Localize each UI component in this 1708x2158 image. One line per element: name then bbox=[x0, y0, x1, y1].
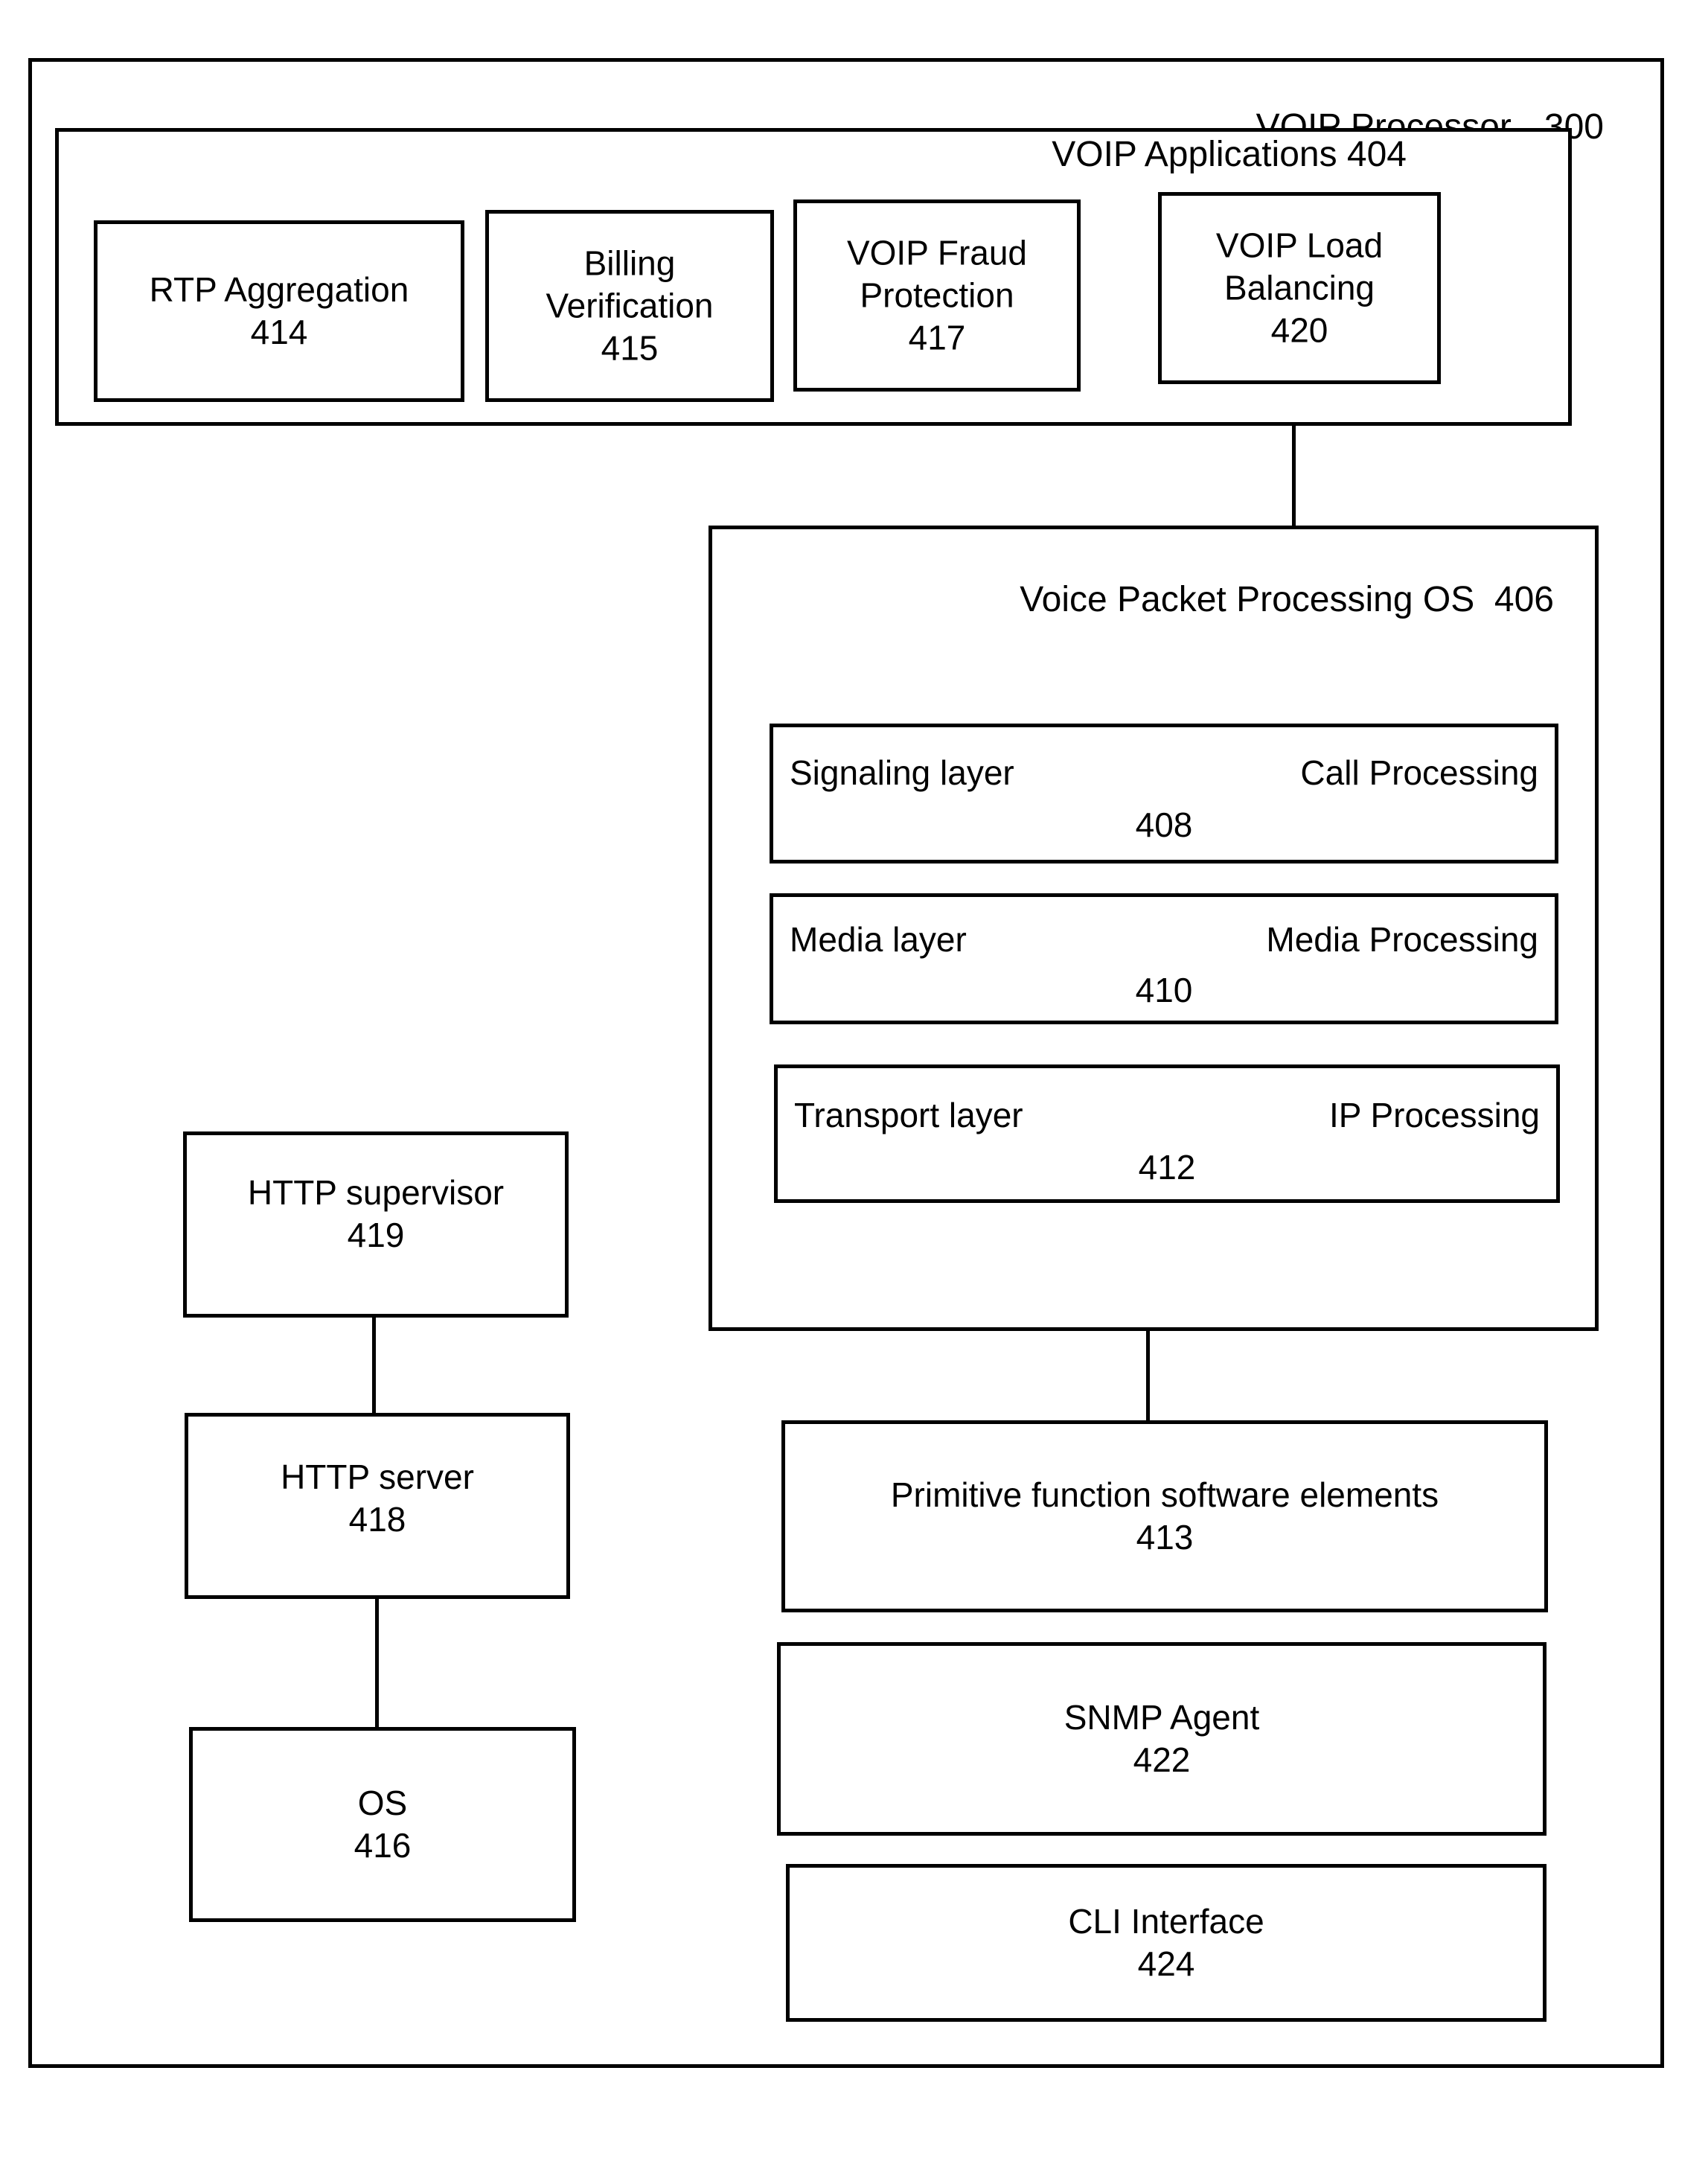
app-box-billing-verification[interactable]: Billing Verification 415 bbox=[485, 210, 774, 402]
connector-server-to-os bbox=[375, 1599, 379, 1728]
os-box-label: OS 416 bbox=[354, 1783, 412, 1865]
app-box-voip-fraud-protection-label: VOIP Fraud Protection 417 bbox=[846, 233, 1028, 357]
diagram-canvas: VOIP Processor 300 VOIP Applications 404 … bbox=[0, 0, 1708, 2158]
voip-applications-title: VOIP Applications 404 bbox=[1052, 135, 1407, 174]
http-server-box[interactable]: HTTP server 418 bbox=[185, 1413, 570, 1599]
app-box-rtp-aggregation-ref: 414 bbox=[250, 313, 308, 351]
app-box-billing-verification-label: Billing Verification 415 bbox=[546, 243, 714, 368]
primitive-function-software-elements-ref: 413 bbox=[1136, 1518, 1194, 1557]
http-server-label: HTTP server 418 bbox=[281, 1458, 474, 1539]
os-layer-media-right-label: Media Processing bbox=[1266, 920, 1538, 959]
os-layer-media[interactable]: Media layer Media Processing 410 bbox=[770, 893, 1558, 1024]
os-layer-signaling-ref: 408 bbox=[1135, 805, 1193, 844]
connector-apps-to-os bbox=[1292, 423, 1296, 529]
app-box-rtp-aggregation-label: RTP Aggregation 414 bbox=[149, 269, 409, 351]
snmp-agent-box[interactable]: SNMP Agent 422 bbox=[777, 1642, 1547, 1836]
voice-packet-processing-os-title: Voice Packet Processing OS 406 bbox=[1020, 580, 1554, 619]
app-box-voip-load-balancing-label: VOIP Load Balancing 420 bbox=[1215, 226, 1384, 350]
snmp-agent-ref: 422 bbox=[1133, 1740, 1191, 1779]
cli-interface-box[interactable]: CLI Interface 424 bbox=[786, 1864, 1547, 2022]
os-layer-signaling[interactable]: Signaling layer Call Processing 408 bbox=[770, 724, 1558, 863]
os-layer-media-left-label: Media layer bbox=[790, 920, 967, 959]
app-box-voip-load-balancing-ref: 420 bbox=[1270, 310, 1328, 350]
os-layer-signaling-left-label: Signaling layer bbox=[790, 753, 1014, 792]
os-layer-transport[interactable]: Transport layer IP Processing 412 bbox=[774, 1064, 1560, 1203]
os-box-ref: 416 bbox=[354, 1826, 412, 1865]
app-box-voip-fraud-protection[interactable]: VOIP Fraud Protection 417 bbox=[793, 199, 1081, 392]
app-box-voip-fraud-protection-ref: 417 bbox=[908, 318, 966, 357]
http-supervisor-box[interactable]: HTTP supervisor 419 bbox=[183, 1131, 569, 1318]
cli-interface-label: CLI Interface 424 bbox=[1068, 1901, 1264, 1983]
connector-os-to-primitive bbox=[1146, 1329, 1150, 1422]
http-supervisor-ref: 419 bbox=[347, 1215, 405, 1254]
os-layer-transport-left-label: Transport layer bbox=[794, 1096, 1023, 1134]
cli-interface-ref: 424 bbox=[1137, 1944, 1195, 1983]
os-layer-signaling-right-label: Call Processing bbox=[1300, 753, 1538, 792]
http-server-ref: 418 bbox=[348, 1500, 406, 1539]
primitive-function-software-elements-box[interactable]: Primitive function software elements 413 bbox=[781, 1420, 1548, 1612]
os-layer-media-ref: 410 bbox=[1135, 971, 1193, 1009]
os-layer-signaling-row: Signaling layer Call Processing bbox=[773, 753, 1555, 793]
app-box-rtp-aggregation[interactable]: RTP Aggregation 414 bbox=[94, 220, 464, 402]
os-box[interactable]: OS 416 bbox=[189, 1727, 576, 1922]
primitive-function-software-elements-label: Primitive function software elements 413 bbox=[890, 1475, 1439, 1557]
http-supervisor-label: HTTP supervisor 419 bbox=[247, 1172, 505, 1254]
os-layer-transport-row: Transport layer IP Processing bbox=[778, 1095, 1556, 1135]
os-layer-transport-right-label: IP Processing bbox=[1329, 1096, 1540, 1134]
snmp-agent-label: SNMP Agent 422 bbox=[1063, 1697, 1260, 1779]
app-box-billing-verification-ref: 415 bbox=[601, 328, 659, 368]
app-box-voip-load-balancing[interactable]: VOIP Load Balancing 420 bbox=[1158, 192, 1441, 384]
connector-supervisor-to-server bbox=[372, 1318, 376, 1414]
os-layer-media-row: Media layer Media Processing bbox=[773, 919, 1555, 960]
os-layer-transport-ref: 412 bbox=[1138, 1148, 1196, 1187]
